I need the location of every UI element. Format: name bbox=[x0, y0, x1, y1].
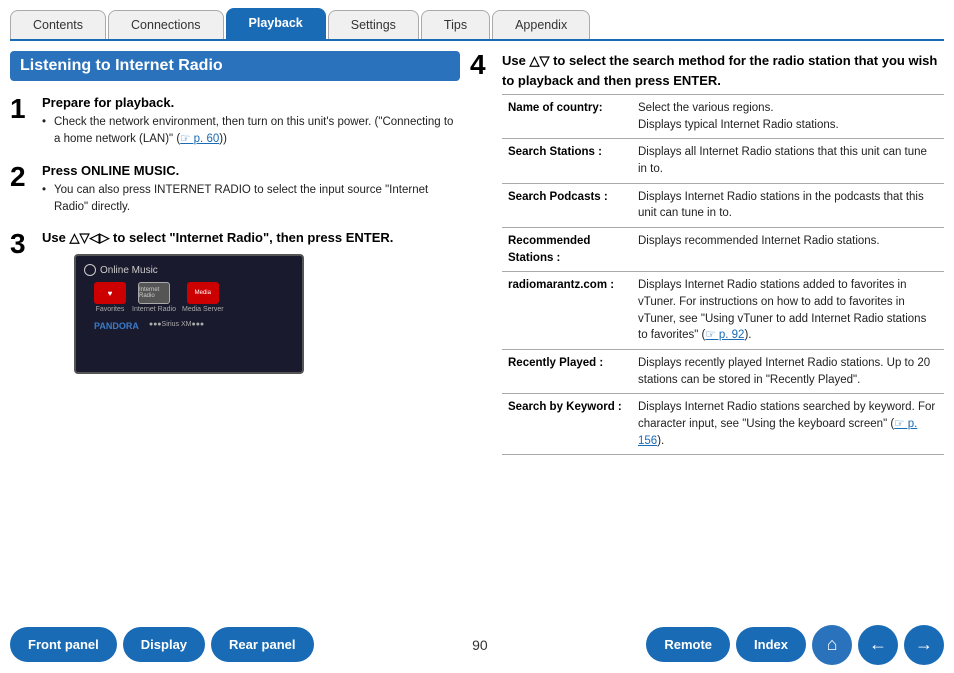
favorites-label: Favorites bbox=[96, 306, 125, 313]
table-cell-desc: Select the various regions.Displays typi… bbox=[632, 95, 944, 139]
screen-header: Online Music bbox=[84, 264, 294, 276]
table-cell-desc: Displays Internet Radio stations in the … bbox=[632, 183, 944, 227]
table-link-92[interactable]: ☞ p. 92 bbox=[705, 329, 744, 341]
tab-contents[interactable]: Contents bbox=[10, 10, 106, 39]
table-cell-desc: Displays recommended Internet Radio stat… bbox=[632, 228, 944, 272]
step-2-bullets: You can also press INTERNET RADIO to sel… bbox=[42, 182, 460, 217]
table-row: Search Stations : Displays all Internet … bbox=[502, 139, 944, 183]
screen-bottom: PANDORA ●●●Sirius XM●●● bbox=[84, 321, 294, 331]
right-column: 4 Use △▽ to select the search method for… bbox=[470, 41, 944, 617]
step-2-bullet-1: You can also press INTERNET RADIO to sel… bbox=[42, 182, 460, 217]
internet-radio-icon: Internet Radio bbox=[138, 282, 170, 304]
step-3-number: 3 bbox=[10, 230, 32, 374]
table-cell-label: RecommendedStations : bbox=[502, 228, 632, 272]
top-navigation: Contents Connections Playback Settings T… bbox=[0, 0, 954, 39]
table-row: Search by Keyword : Displays Internet Ra… bbox=[502, 394, 944, 455]
step-1: 1 Prepare for playback. Check the networ… bbox=[10, 95, 460, 149]
table-cell-desc: Displays Internet Radio stations searche… bbox=[632, 394, 944, 455]
step-1-link[interactable]: ☞ p. 60 bbox=[180, 133, 219, 145]
section-title: Listening to Internet Radio bbox=[10, 51, 460, 81]
step-4-content: Use △▽ to select the search method for t… bbox=[502, 51, 944, 455]
step-4-number: 4 bbox=[470, 51, 492, 455]
table-cell-label: Search by Keyword : bbox=[502, 394, 632, 455]
tab-connections[interactable]: Connections bbox=[108, 10, 224, 39]
table-cell-label: radiomarantz.com : bbox=[502, 272, 632, 350]
remote-button[interactable]: Remote bbox=[646, 627, 730, 662]
table-cell-desc: Displays Internet Radio stations added t… bbox=[632, 272, 944, 350]
step-2-content: Press ONLINE MUSIC. You can also press I… bbox=[42, 163, 460, 217]
table-row: Recently Played : Displays recently play… bbox=[502, 350, 944, 394]
table-row: Search Podcasts : Displays Internet Radi… bbox=[502, 183, 944, 227]
step-4: 4 Use △▽ to select the search method for… bbox=[470, 51, 944, 455]
home-button[interactable]: ⌂ bbox=[812, 625, 852, 665]
sirius-text: ●●●Sirius XM●●● bbox=[149, 321, 204, 331]
screen-item-internet: Internet Radio Internet Radio bbox=[132, 282, 176, 313]
table-cell-desc: Displays all Internet Radio stations tha… bbox=[632, 139, 944, 183]
internet-radio-label: Internet Radio bbox=[132, 306, 176, 313]
front-panel-button[interactable]: Front panel bbox=[10, 627, 117, 662]
main-content: Listening to Internet Radio 1 Prepare fo… bbox=[0, 41, 954, 617]
home-icon: ⌂ bbox=[827, 634, 838, 655]
table-link-156[interactable]: ☞ p. 156 bbox=[638, 418, 917, 447]
tab-appendix[interactable]: Appendix bbox=[492, 10, 590, 39]
table-cell-label: Name of country: bbox=[502, 95, 632, 139]
back-button[interactable]: ← bbox=[858, 625, 898, 665]
table-row: radiomarantz.com : Displays Internet Rad… bbox=[502, 272, 944, 350]
screen-item-favorites: ♥ Favorites bbox=[94, 282, 126, 313]
step-1-content: Prepare for playback. Check the network … bbox=[42, 95, 460, 149]
table-cell-label: Search Stations : bbox=[502, 139, 632, 183]
forward-icon: → bbox=[915, 634, 933, 655]
tab-playback[interactable]: Playback bbox=[226, 8, 326, 39]
pandora-text: PANDORA bbox=[94, 321, 139, 331]
step-1-heading: Prepare for playback. bbox=[42, 95, 460, 110]
bottom-navigation: Front panel Display Rear panel 90 Remote… bbox=[0, 617, 954, 672]
tab-tips[interactable]: Tips bbox=[421, 10, 490, 39]
display-button[interactable]: Display bbox=[123, 627, 205, 662]
screen-mockup: Online Music ♥ Favorites Internet Radio … bbox=[74, 254, 304, 374]
step-2: 2 Press ONLINE MUSIC. You can also press… bbox=[10, 163, 460, 217]
screen-header-icon bbox=[84, 264, 96, 276]
table-row: RecommendedStations : Displays recommend… bbox=[502, 228, 944, 272]
step-2-heading: Press ONLINE MUSIC. bbox=[42, 163, 460, 178]
screen-items: ♥ Favorites Internet Radio Internet Radi… bbox=[84, 282, 294, 313]
page-number: 90 bbox=[320, 637, 641, 653]
back-icon: ← bbox=[869, 634, 887, 655]
screen-item-media: Media Media Server bbox=[182, 282, 224, 313]
step-3-content: Use △▽◁▷ to select "Internet Radio", the… bbox=[42, 230, 460, 374]
step-2-number: 2 bbox=[10, 163, 32, 217]
step-4-heading: Use △▽ to select the search method for t… bbox=[502, 51, 944, 90]
step-1-bullet-1: Check the network environment, then turn… bbox=[42, 114, 460, 149]
forward-button[interactable]: → bbox=[904, 625, 944, 665]
table-cell-label: Recently Played : bbox=[502, 350, 632, 394]
media-server-icon: Media bbox=[187, 282, 219, 304]
media-server-label: Media Server bbox=[182, 306, 224, 313]
screen-header-text: Online Music bbox=[100, 265, 158, 276]
search-method-table: Name of country: Select the various regi… bbox=[502, 94, 944, 455]
step-1-bullets: Check the network environment, then turn… bbox=[42, 114, 460, 149]
table-row: Name of country: Select the various regi… bbox=[502, 95, 944, 139]
step-1-number: 1 bbox=[10, 95, 32, 149]
rear-panel-button[interactable]: Rear panel bbox=[211, 627, 313, 662]
left-column: Listening to Internet Radio 1 Prepare fo… bbox=[10, 41, 460, 617]
table-cell-label: Search Podcasts : bbox=[502, 183, 632, 227]
tab-settings[interactable]: Settings bbox=[328, 10, 419, 39]
step-3: 3 Use △▽◁▷ to select "Internet Radio", t… bbox=[10, 230, 460, 374]
step-3-heading: Use △▽◁▷ to select "Internet Radio", the… bbox=[42, 230, 460, 246]
favorites-icon: ♥ bbox=[94, 282, 126, 304]
index-button[interactable]: Index bbox=[736, 627, 806, 662]
table-cell-desc: Displays recently played Internet Radio … bbox=[632, 350, 944, 394]
